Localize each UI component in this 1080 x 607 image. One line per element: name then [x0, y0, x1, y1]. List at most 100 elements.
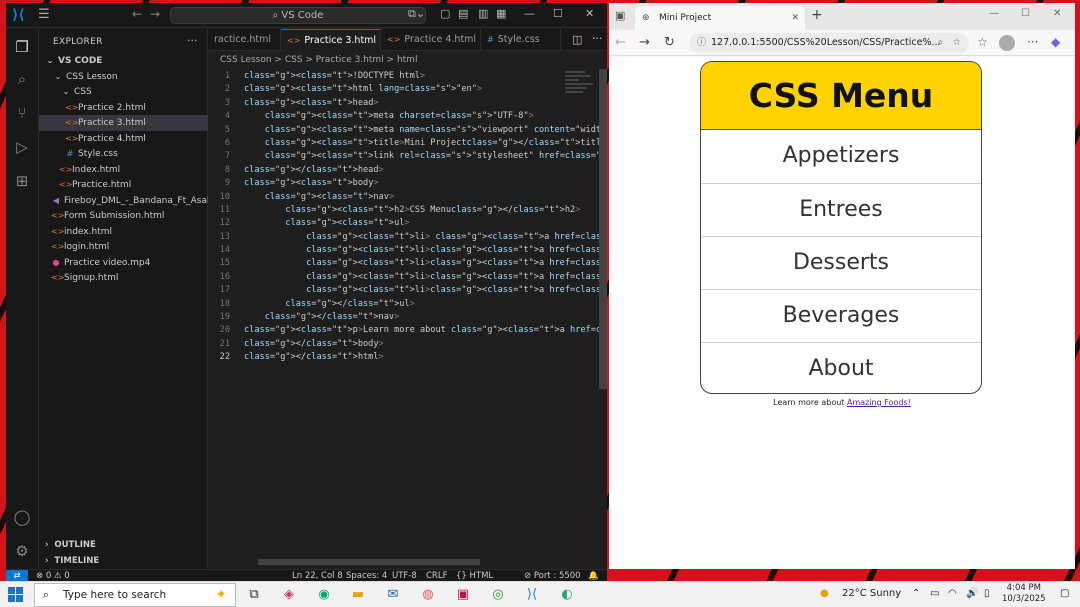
taskbar-search[interactable]: ⌕ Type here to search ✦ [34, 583, 236, 607]
code-line[interactable]: 17 class="g"><class="t">li>class="g"><cl… [208, 284, 607, 297]
minimap[interactable] [565, 69, 595, 109]
tab-style-css[interactable]: # Style.css [481, 29, 561, 51]
tree-file-fireboy-mp3[interactable]: ◀ Fireboy_DML_-_Bandana_Ft_Asak... [39, 193, 208, 209]
tab-practice-4[interactable]: <> Practice 4.html [381, 29, 481, 51]
end-of-line[interactable]: CRLF [426, 570, 447, 581]
account-icon[interactable]: ◯ [12, 507, 32, 527]
forward-arrow-icon[interactable]: → [639, 35, 650, 50]
workspace-root[interactable]: ⌄ VS CODE [39, 53, 208, 69]
menu-link-about[interactable]: About [701, 342, 981, 393]
notifications-bell-icon[interactable]: 🔔 [588, 570, 599, 581]
settings-gear-icon[interactable]: ⚙ [12, 541, 32, 561]
code-line[interactable]: 13 class="g"><class="t">li> class="g"><c… [208, 231, 607, 244]
amazing-foods-link[interactable]: Amazing Foods! [847, 398, 911, 407]
tree-folder-css-lesson[interactable]: ⌄ CSS Lesson [39, 69, 208, 85]
close-icon[interactable]: ✕ [1053, 8, 1061, 19]
outlook-icon[interactable]: ✉ [383, 585, 403, 605]
extensions-icon[interactable]: ⊞ [12, 171, 32, 191]
tab-practice-html[interactable]: ractice.html [208, 29, 281, 51]
figma-icon[interactable]: ▣ [453, 585, 473, 605]
layout-secondary-icon[interactable]: ▥ [478, 7, 488, 20]
chrome-icon[interactable]: ◐ [557, 585, 577, 605]
copilot-icon[interactable]: ⧉⌄ [408, 7, 425, 21]
back-arrow-icon[interactable]: ← [132, 7, 142, 21]
favorites-icon[interactable]: ☆ [977, 35, 988, 49]
maximize-icon[interactable]: ☐ [1021, 8, 1030, 19]
tree-file-form-submission[interactable]: <>Form Submission.html [39, 208, 208, 224]
tree-file-practice-2[interactable]: <>Practice 2.html [39, 100, 208, 116]
code-line[interactable]: 15 class="g"><class="t">li>class="g"><cl… [208, 257, 607, 270]
code-line[interactable]: 14 class="g"><class="t">li>class="g"><cl… [208, 244, 607, 257]
tree-folder-css[interactable]: ⌄ CSS [39, 84, 208, 100]
code-line[interactable]: 12 class="g"><class="t">ul> [208, 217, 560, 230]
encoding[interactable]: UTF-8 [392, 570, 417, 581]
address-bar[interactable]: ⓘ 127.0.0.1:5500/CSS%20Lesson/CSS/Practic… [689, 33, 969, 53]
code-line[interactable]: 10 class="g"><class="t">nav> [208, 191, 560, 204]
menu-link-desserts[interactable]: Desserts [701, 236, 981, 289]
browser-tab-mini-project[interactable]: ⊕ Mini Project ✕ [635, 6, 805, 30]
code-line[interactable]: 19 class="g"></class="t">nav> [208, 311, 560, 324]
start-button-icon[interactable] [8, 587, 24, 603]
timeline-section[interactable]: › TIMELINE [39, 556, 208, 566]
more-actions-icon[interactable]: ··· [187, 34, 198, 47]
customize-layout-icon[interactable]: ▦ [496, 7, 506, 20]
volume-icon[interactable]: 🔊 [966, 588, 978, 599]
code-line[interactable]: 2 class="g"><class="t">html lang=class="s… [208, 83, 560, 96]
code-line[interactable]: 9 class="g"><class="t">body> [208, 177, 560, 190]
split-editor-icon[interactable]: ◫ [572, 33, 582, 46]
code-line[interactable]: 8 class="g"></class="t">head> [208, 164, 560, 177]
vertical-scrollbar[interactable] [599, 69, 607, 389]
notifications-icon[interactable]: ▢ [1060, 588, 1069, 599]
battery-icon[interactable]: ▯ [984, 588, 990, 599]
code-line[interactable]: 6 class="g"><class="t">title>Mini Projec… [208, 137, 607, 150]
forward-arrow-icon[interactable]: → [150, 7, 160, 21]
firefox-icon[interactable]: ◍ [418, 585, 438, 605]
menu-link-appetizers[interactable]: Appetizers [701, 130, 981, 183]
weather-text[interactable]: 22°C Sunny [842, 588, 901, 599]
code-line[interactable]: 20 class="g"><class="t">p>Learn more abou… [208, 324, 607, 337]
outline-section[interactable]: › OUTLINE [39, 540, 208, 550]
cursor-position[interactable]: Ln 22, Col 8 [292, 570, 343, 581]
editor-more-icon[interactable]: ··· [592, 32, 603, 45]
horizontal-scrollbar[interactable] [258, 559, 480, 565]
code-line[interactable]: 16 class="g"><class="t">li>class="g"><cl… [208, 271, 607, 284]
remote-indicator-icon[interactable]: ⇄ [6, 570, 28, 581]
source-control-icon[interactable]: ⑂ [12, 103, 32, 123]
layout-panel-icon[interactable]: ▤ [458, 7, 468, 20]
breadcrumb[interactable]: CSS Lesson > CSS > Practice 3.html > htm… [220, 55, 417, 65]
code-line[interactable]: 11 class="g"><class="t">h2>CSS Menuclass… [208, 204, 581, 217]
code-line[interactable]: 7 class="g"><class="t">link rel=class="s… [208, 150, 606, 163]
code-line[interactable]: 5 class="g"><class="t">meta name=class="… [208, 124, 607, 137]
new-tab-icon[interactable]: + [811, 7, 823, 23]
tree-file-index-lower[interactable]: <>index.html [39, 224, 208, 240]
code-line[interactable]: 4 class="g"><class="t">meta charset=clas… [208, 110, 560, 123]
profile-avatar[interactable] [999, 35, 1015, 51]
tree-file-style-css[interactable]: # Style.css [39, 146, 208, 162]
live-server-port[interactable]: ⊘ Port : 5500 [524, 570, 581, 581]
taskbar-clock[interactable]: 4:04 PM 10/3/2025 [1002, 583, 1046, 605]
tree-file-practice-4[interactable]: <>Practice 4.html [39, 131, 208, 147]
search-icon[interactable]: ⌕ [12, 69, 32, 89]
tree-file-practice-html[interactable]: <>Practice.html [39, 177, 208, 193]
refresh-icon[interactable]: ↻ [664, 35, 675, 50]
tree-file-practice-3[interactable]: <>Practice 3.html [39, 115, 208, 131]
explorer-icon[interactable]: ❐ [12, 37, 32, 57]
code-line[interactable]: 21 class="g"></class="t">body> [208, 338, 560, 351]
maximize-icon[interactable]: ☐ [553, 7, 563, 20]
file-explorer-icon[interactable]: ▬ [348, 585, 368, 605]
tree-file-practice-video[interactable]: ● Practice video.mp4 [39, 255, 208, 271]
minimize-icon[interactable]: — [524, 7, 535, 20]
code-line[interactable]: 22 class="g"></class="t">html> [208, 351, 560, 364]
language-mode[interactable]: {} HTML [456, 570, 493, 581]
wifi-icon[interactable]: ◠ [948, 588, 957, 599]
command-center[interactable]: ⌕ VS Code [170, 7, 426, 24]
copilot-icon[interactable]: ◆ [1051, 35, 1060, 49]
favorite-star-icon[interactable]: ☆ [952, 33, 961, 53]
code-line[interactable]: 1 class="g"><class="t">!DOCTYPE html> [208, 70, 560, 83]
code-line[interactable]: 18 class="g"></class="t">ul> [208, 298, 560, 311]
run-debug-icon[interactable]: ▷ [12, 137, 32, 157]
copilot-app-icon[interactable]: ◈ [279, 585, 299, 605]
whatsapp-icon[interactable]: ◎ [488, 585, 508, 605]
vscode-taskbar-icon[interactable]: ⟩⟨ [522, 585, 542, 605]
edge-icon[interactable]: ◉ [314, 585, 334, 605]
